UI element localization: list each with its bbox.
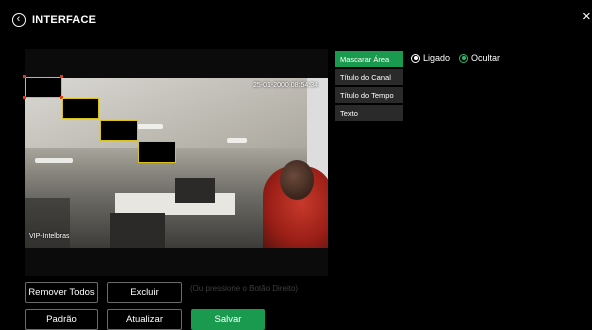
back-icon[interactable]: ‹ (12, 13, 26, 27)
radio-hide[interactable]: Ocultar (459, 53, 500, 63)
video-channel-name: VIP-Intelbras (29, 233, 70, 240)
ceiling-light (137, 124, 163, 129)
monitor (175, 178, 215, 203)
mask-handle[interactable] (23, 96, 26, 99)
close-icon[interactable]: × (582, 9, 591, 24)
menu-item-channel-title[interactable]: Título do Canal (335, 69, 403, 85)
default-button[interactable]: Padrão (25, 309, 98, 330)
right-click-hint: (Ou pressione o Botão Direito) (190, 284, 299, 293)
ceiling-light (35, 158, 73, 163)
title-bar: ‹ INTERFACE × (0, 0, 592, 40)
radio-on-icon (411, 53, 420, 63)
menu-item-time-title[interactable]: Título do Tempo (335, 87, 403, 103)
radio-on[interactable]: Ligado (411, 53, 450, 63)
ceiling-light (227, 138, 247, 143)
refresh-button[interactable]: Atualizar (107, 309, 182, 330)
chair (110, 213, 165, 248)
privacy-mask-2[interactable] (62, 98, 99, 119)
menu-item-mask-area[interactable]: Mascarar Área (335, 51, 403, 67)
radio-hide-icon (459, 53, 469, 63)
delete-button[interactable]: Excluir (107, 282, 182, 303)
shelf (25, 198, 70, 248)
radio-hide-label: Ocultar (471, 53, 501, 63)
privacy-mask-4[interactable] (138, 141, 176, 163)
privacy-mask-1[interactable] (25, 77, 62, 98)
video-timestamp: 25-01-2000 08:54:34 (253, 82, 318, 89)
mask-handle[interactable] (23, 75, 26, 78)
radio-on-label: Ligado (423, 53, 451, 63)
remove-all-button[interactable]: Remover Todos (25, 282, 98, 303)
menu-item-text[interactable]: Texto (335, 105, 403, 121)
privacy-mask-3[interactable] (100, 120, 138, 141)
person-head (280, 160, 314, 200)
overlay-menu: Mascarar Área Título do Canal Título do … (335, 51, 403, 123)
save-button[interactable]: Salvar (191, 309, 265, 330)
visibility-options: Ligado Ocultar (411, 53, 509, 63)
page-title: INTERFACE (32, 14, 97, 26)
mask-handle[interactable] (60, 75, 63, 78)
